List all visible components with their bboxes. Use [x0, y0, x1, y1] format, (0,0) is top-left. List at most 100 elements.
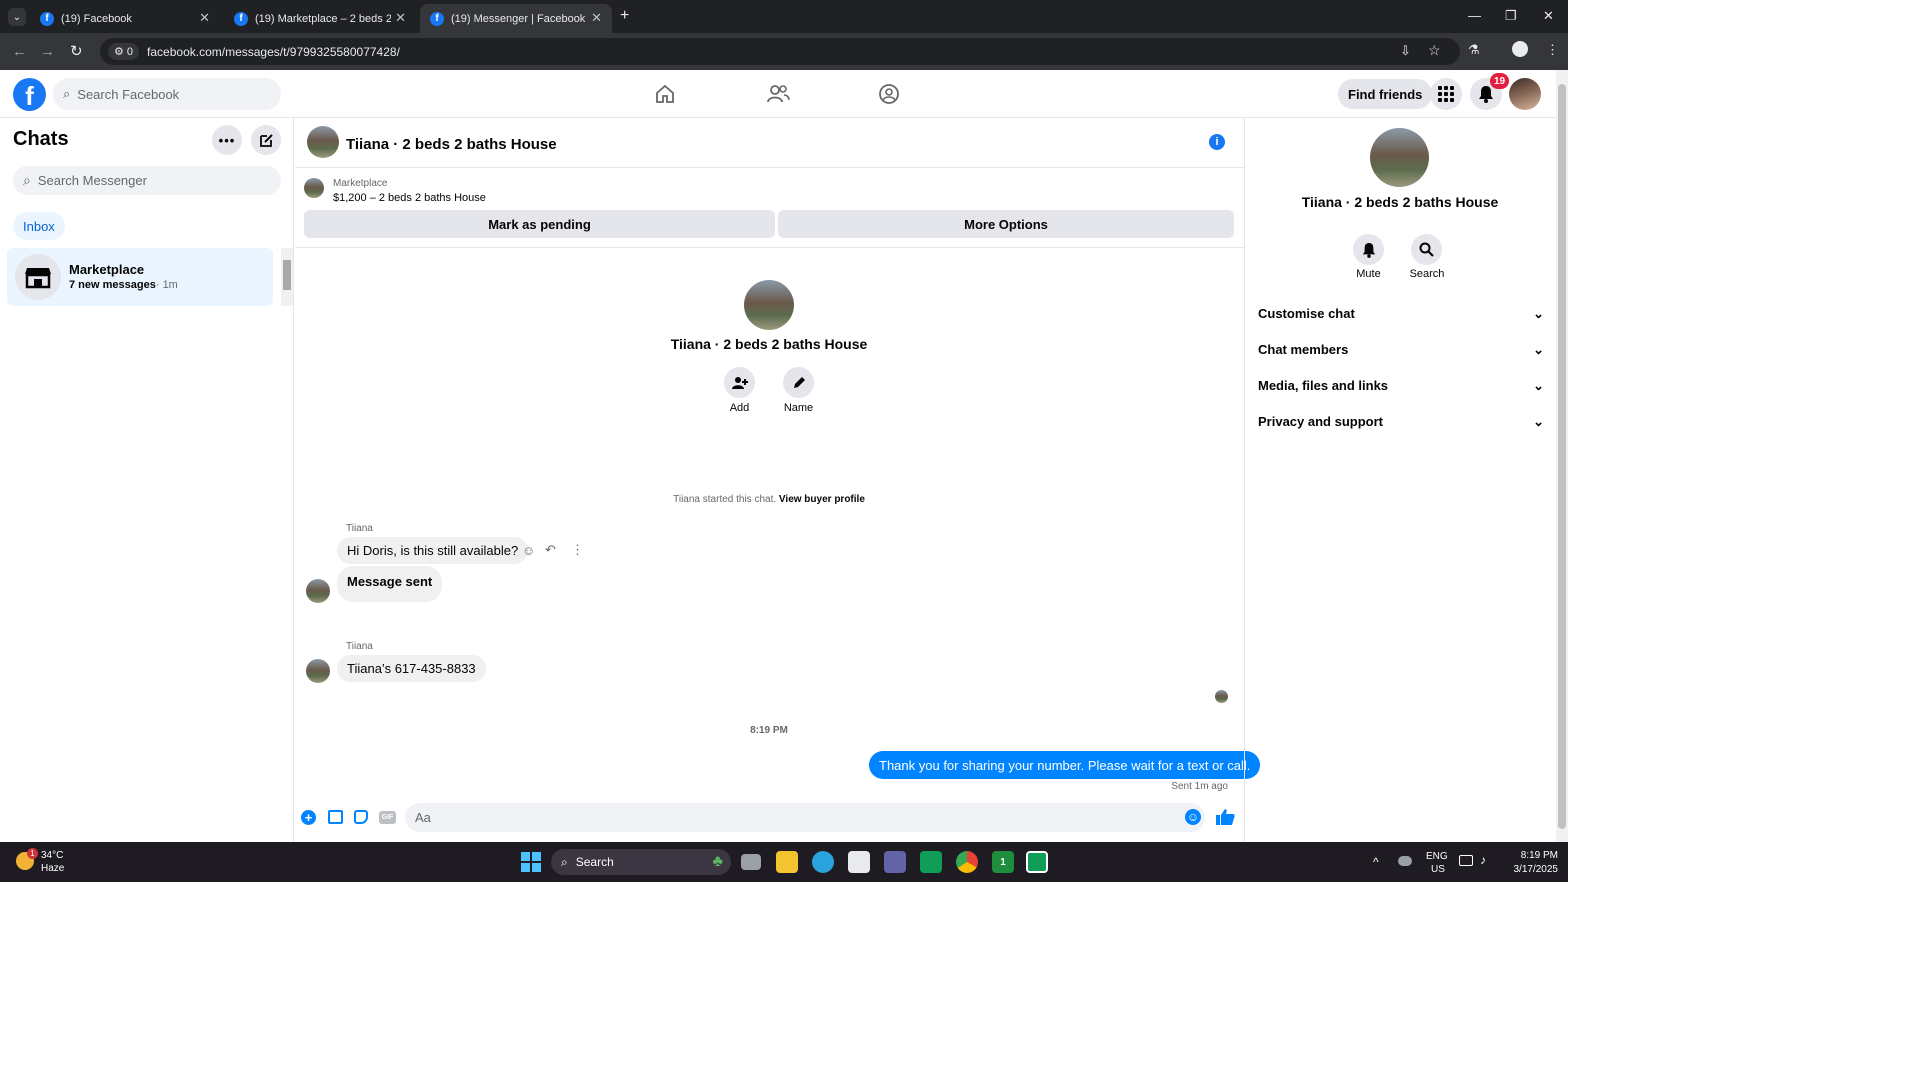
- taskbar-search[interactable]: ⌕ Search ♣: [551, 849, 731, 875]
- groups-icon[interactable]: [878, 83, 900, 105]
- tab-facebook[interactable]: f (19) Facebook ✕: [30, 4, 220, 33]
- thumbs-up-icon[interactable]: [1216, 808, 1235, 826]
- profile-icon[interactable]: [1512, 41, 1528, 57]
- microsoft-store-icon[interactable]: [848, 851, 870, 873]
- browser-menu-icon[interactable]: ⋮: [1546, 42, 1559, 58]
- volume-icon[interactable]: ♪: [1480, 853, 1486, 867]
- page-scrollbar[interactable]: [1556, 70, 1568, 842]
- grid-icon: [1438, 86, 1454, 102]
- url-text: facebook.com/messages/t/9799325580077428…: [147, 44, 400, 59]
- message-bubble[interactable]: Message sent: [337, 566, 443, 602]
- account-avatar[interactable]: [1509, 78, 1541, 110]
- tray-chevron-up-icon[interactable]: ^: [1373, 855, 1379, 869]
- info-avatar[interactable]: [1370, 128, 1429, 187]
- message-composer-input[interactable]: Aa: [405, 803, 1205, 832]
- region-indicator[interactable]: US: [1431, 864, 1445, 875]
- section-media-files-links[interactable]: Media, files and links ⌄: [1258, 378, 1544, 394]
- new-tab-icon[interactable]: +: [620, 7, 629, 25]
- forward-icon[interactable]: →: [40, 43, 55, 60]
- sender-avatar[interactable]: [306, 579, 330, 603]
- search-in-conversation-button[interactable]: [1411, 234, 1442, 265]
- react-emoji-icon[interactable]: ☺: [522, 543, 535, 558]
- address-bar[interactable]: ⚙ 0 facebook.com/messages/t/979932558007…: [100, 38, 1460, 65]
- task-view-icon[interactable]: [741, 854, 761, 870]
- outgoing-message-bubble[interactable]: Thank you for sharing your number. Pleas…: [869, 751, 1261, 779]
- chat-name: Marketplace: [69, 262, 145, 277]
- info-icon[interactable]: i: [1209, 134, 1225, 150]
- back-icon[interactable]: ←: [12, 43, 27, 60]
- app-icon[interactable]: 1: [992, 851, 1014, 873]
- message-bubble[interactable]: Tiiana’s 617-435-8833: [337, 655, 486, 682]
- photo-icon[interactable]: [328, 810, 343, 824]
- find-friends-button[interactable]: Find friends: [1338, 79, 1433, 109]
- sender-avatar[interactable]: [306, 659, 330, 683]
- scrollbar-thumb[interactable]: [1558, 84, 1566, 829]
- app-icon[interactable]: [884, 851, 906, 873]
- gif-icon[interactable]: GIF: [379, 811, 396, 824]
- site-info-button[interactable]: ⚙ 0: [108, 43, 140, 60]
- more-actions-icon[interactable]: ⋮: [571, 542, 584, 558]
- app-icon[interactable]: [1026, 851, 1048, 873]
- close-tab-icon[interactable]: ✕: [395, 10, 406, 26]
- friends-icon[interactable]: [766, 83, 790, 105]
- more-options-button[interactable]: More Options: [778, 210, 1234, 238]
- conversation-title[interactable]: Tiiana · 2 beds 2 baths House: [346, 136, 557, 153]
- mark-as-pending-button[interactable]: Mark as pending: [304, 210, 775, 238]
- network-icon[interactable]: [1459, 855, 1473, 866]
- telegram-icon[interactable]: [812, 851, 834, 873]
- install-app-icon[interactable]: ⇩: [1400, 43, 1411, 59]
- chat-list-scrollbar[interactable]: [281, 248, 293, 306]
- message-bubble[interactable]: Hi Doris, is this still available?: [337, 537, 529, 564]
- onedrive-icon[interactable]: [1398, 856, 1412, 866]
- notification-count-badge: 19: [1490, 73, 1509, 89]
- tab-marketplace[interactable]: f (19) Marketplace – 2 beds 2 bat ✕: [224, 4, 416, 33]
- close-tab-icon[interactable]: ✕: [591, 10, 602, 26]
- new-message-button[interactable]: [251, 125, 281, 155]
- clock-date[interactable]: 3/17/2025: [1496, 864, 1559, 875]
- section-customise-chat[interactable]: Customise chat ⌄: [1258, 306, 1544, 322]
- more-attachments-icon[interactable]: +: [301, 810, 316, 825]
- menu-grid-button[interactable]: [1430, 78, 1462, 110]
- chevron-down-icon: ⌄: [1533, 342, 1544, 357]
- tab-search-button[interactable]: ⌄: [8, 8, 26, 26]
- chats-title: Chats: [13, 128, 69, 150]
- language-indicator[interactable]: ENG: [1426, 851, 1448, 862]
- app-icon[interactable]: [920, 851, 942, 873]
- bookmark-star-icon[interactable]: ☆: [1428, 42, 1441, 59]
- add-people-button[interactable]: [724, 367, 755, 398]
- chat-options-button[interactable]: •••: [212, 125, 242, 155]
- listing-summary[interactable]: $1,200 – 2 beds 2 baths House: [333, 192, 486, 204]
- emoji-icon[interactable]: ☺: [1185, 809, 1201, 825]
- listing-thumbnail[interactable]: [304, 178, 324, 198]
- close-tab-icon[interactable]: ✕: [199, 10, 210, 26]
- view-buyer-profile-link[interactable]: View buyer profile: [779, 494, 865, 505]
- messenger-search-input[interactable]: ⌕ Search Messenger: [13, 166, 281, 195]
- facebook-search-input[interactable]: ⌕ Search Facebook: [53, 78, 281, 110]
- search-icon: ⌕: [561, 854, 568, 869]
- windows-start-icon[interactable]: [521, 852, 541, 872]
- facebook-logo-icon[interactable]: f: [13, 78, 46, 111]
- restore-icon[interactable]: ❐: [1505, 8, 1517, 24]
- section-chat-members[interactable]: Chat members ⌄: [1258, 342, 1544, 358]
- inbox-filter[interactable]: Inbox: [13, 212, 65, 240]
- reload-icon[interactable]: ↻: [70, 42, 83, 60]
- intro-name: Tiiana · 2 beds 2 baths House: [670, 336, 868, 352]
- chat-list-item[interactable]: Marketplace 7 new messages· 1m: [7, 248, 273, 306]
- clock-time[interactable]: 8:19 PM: [1500, 850, 1558, 861]
- close-window-icon[interactable]: ✕: [1543, 8, 1554, 24]
- home-icon[interactable]: [654, 83, 676, 105]
- section-privacy-support[interactable]: Privacy and support ⌄: [1258, 414, 1544, 430]
- sticker-icon[interactable]: [354, 810, 368, 824]
- reply-icon[interactable]: ↶: [545, 542, 556, 558]
- file-explorer-icon[interactable]: [776, 851, 798, 873]
- name-chat-button[interactable]: [783, 367, 814, 398]
- tab-messenger[interactable]: f (19) Messenger | Facebook ✕: [420, 4, 612, 33]
- labs-flask-icon[interactable]: ⚗: [1468, 42, 1480, 58]
- scrollbar-thumb[interactable]: [283, 260, 291, 290]
- intro-avatar[interactable]: [744, 280, 794, 330]
- minimize-icon[interactable]: —: [1468, 8, 1481, 23]
- conversation-avatar[interactable]: [307, 126, 339, 158]
- storefront-icon: [25, 268, 51, 289]
- mute-button[interactable]: [1353, 234, 1384, 265]
- chrome-icon[interactable]: [956, 851, 978, 873]
